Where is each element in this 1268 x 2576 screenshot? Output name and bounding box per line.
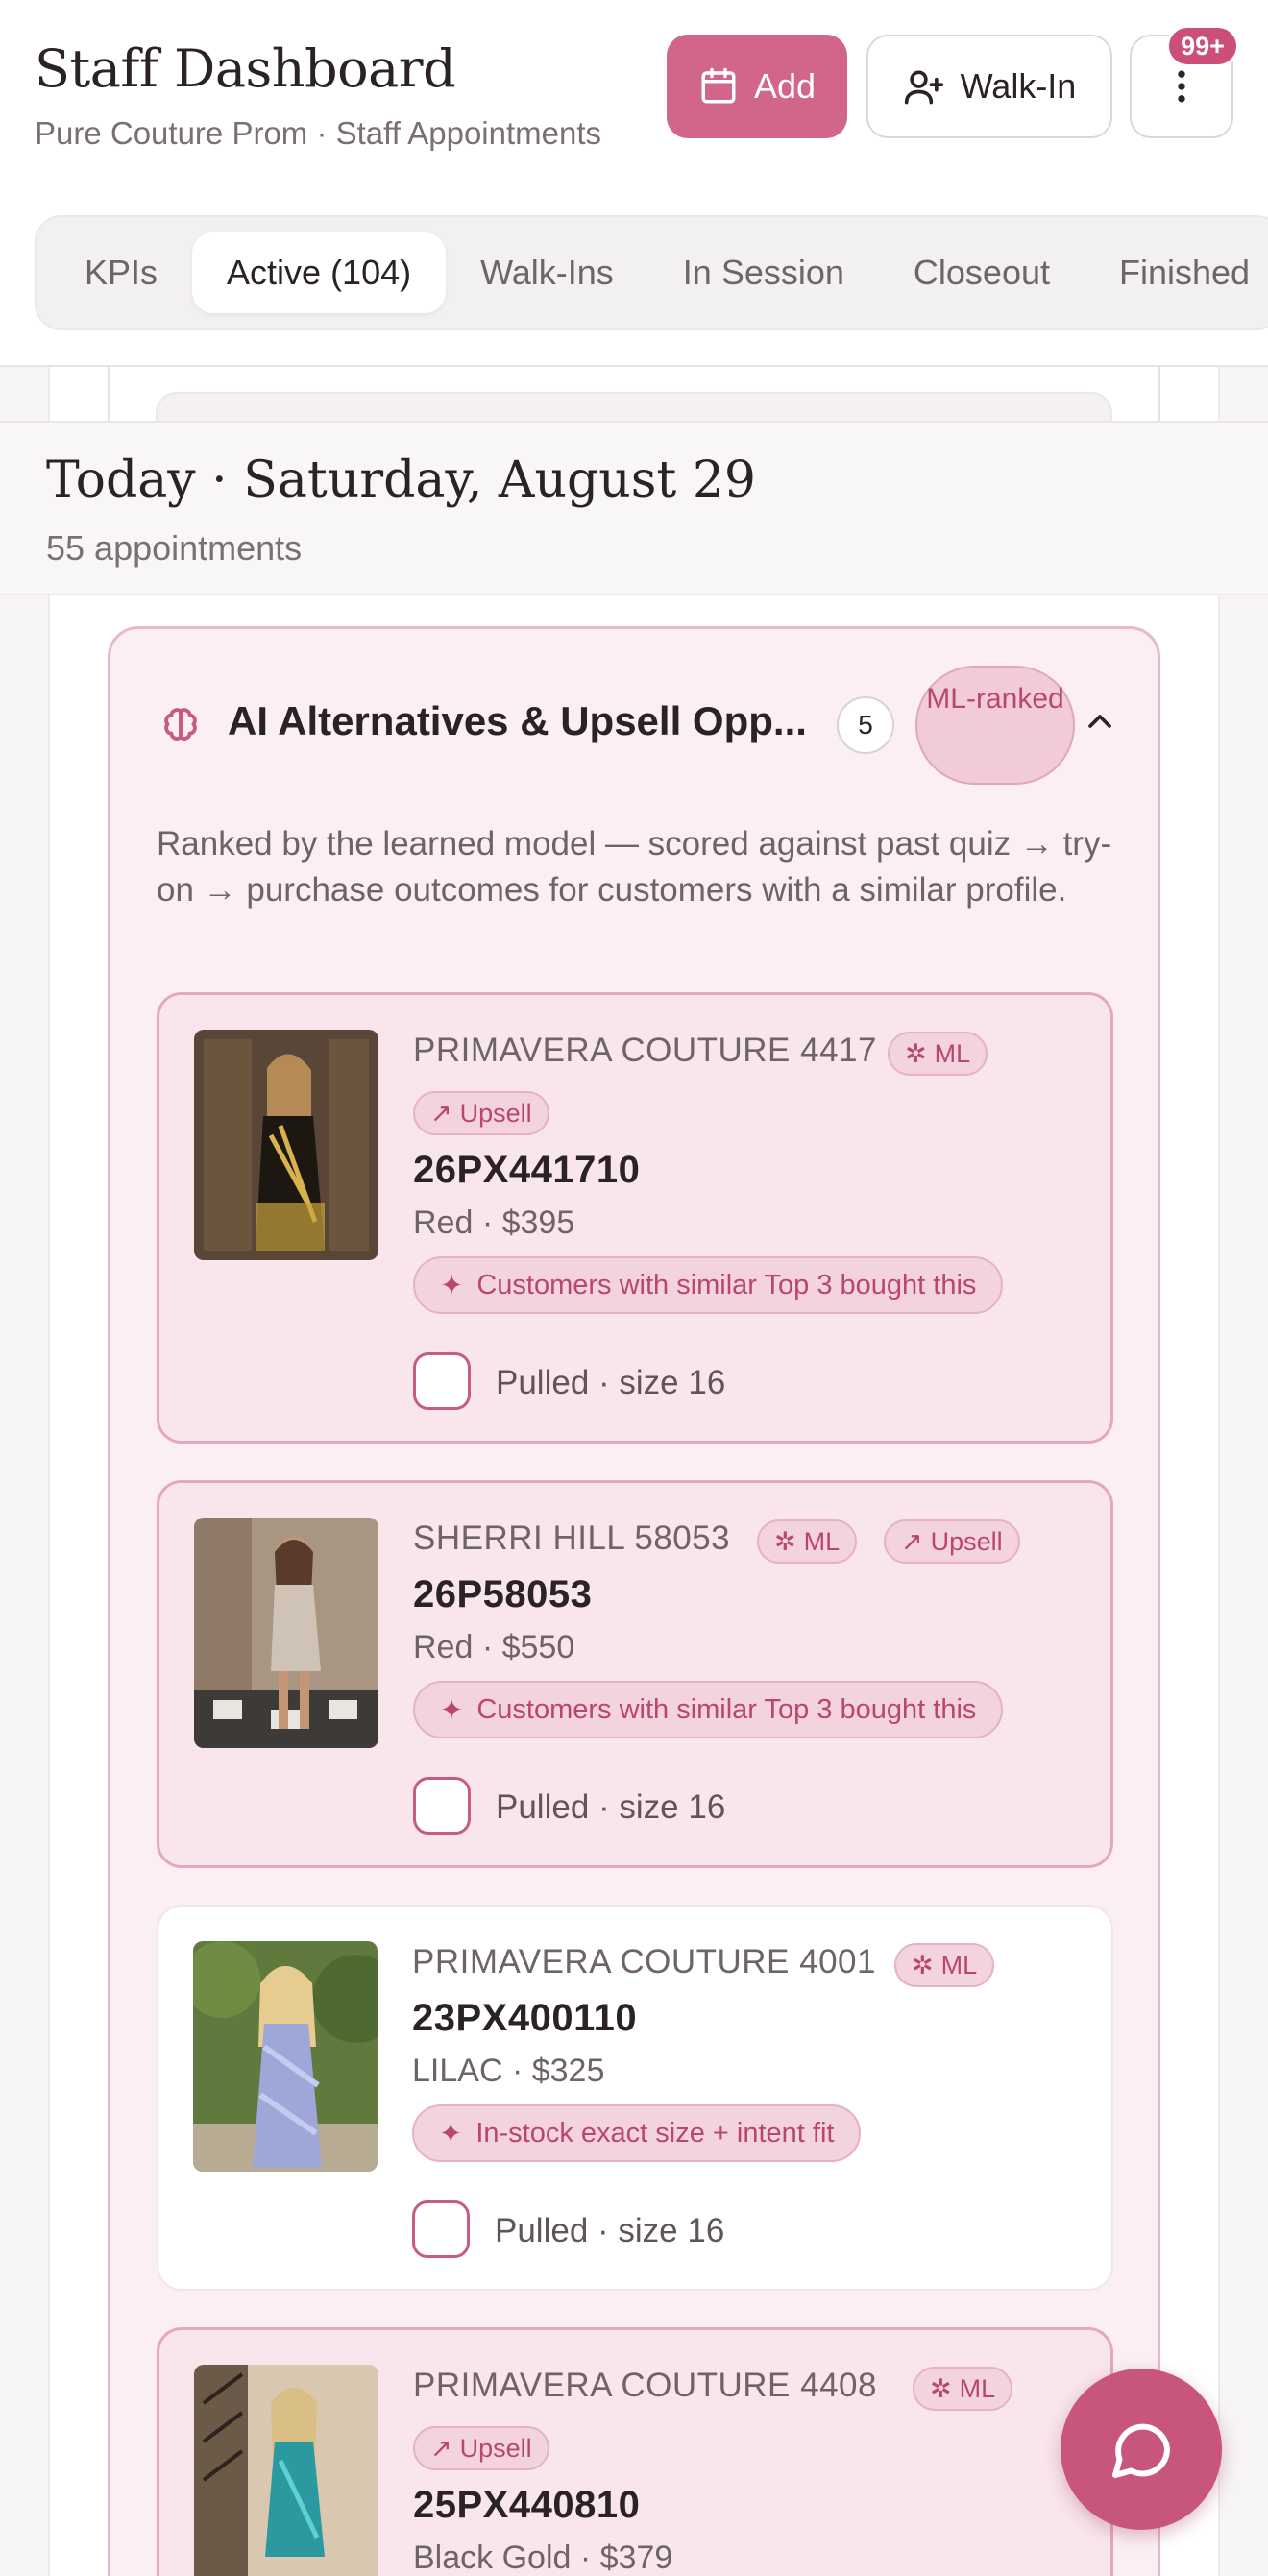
ml-ranked-badge: ML-ranked [915, 666, 1075, 785]
calendar-icon [701, 67, 736, 104]
product-sku: 23PX400110 [412, 1997, 638, 2039]
pulled-label: Pulled · size 16 [496, 1364, 726, 1401]
date-title: Today · Saturday, August 29 [46, 451, 756, 509]
panel-description: Ranked by the learned model — scored aga… [157, 825, 1112, 909]
recommendation-reason: ✦ Customers with similar Top 3 bought thi… [413, 1256, 1004, 1314]
walk-in-button-label: Walk-In [960, 66, 1077, 106]
product-brand: PRIMAVERA COUTURE 4408 [413, 2367, 877, 2404]
pulled-checkbox[interactable] [412, 2200, 470, 2258]
pulled-checkbox[interactable] [413, 1777, 471, 1835]
recommendation-reason: ✦ Customers with similar Top 3 bought thi… [413, 1681, 1004, 1738]
product-image [194, 1518, 378, 1748]
trending-up-icon: ↗ [901, 1526, 923, 1556]
status-tabs: KPIs Active (104) Walk-Ins In Session Cl… [35, 215, 1268, 330]
tab-kpis[interactable]: KPIs [50, 232, 192, 313]
brain-icon: ✲ [905, 1038, 927, 1068]
sparkle-icon: ✦ [440, 1694, 464, 1726]
product-card[interactable]: PRIMAVERA COUTURE 4408 ✲ ML ↗ Upsell 25PX4… [157, 2327, 1113, 2576]
product-card[interactable]: SHERRI HILL 58053 ✲ ML ↗ Upsell 26P58053 R… [157, 1480, 1113, 1868]
brain-icon: ✲ [930, 2373, 952, 2403]
ml-tag: ✲ ML [894, 1943, 995, 1987]
recommendation-reason: ✦ In-stock exact size + intent fit [412, 2104, 862, 2162]
product-color-price: Red · $550 [413, 1629, 575, 1665]
product-sku: 26P58053 [413, 1573, 593, 1616]
add-button-label: Add [753, 66, 817, 106]
ai-alternatives-panel: AI Alternatives & Upsell Opp... 5 ML-ran… [108, 626, 1160, 2576]
more-vertical-icon [1178, 70, 1185, 103]
product-sku: 25PX440810 [413, 2484, 641, 2526]
ml-tag: ✲ ML [757, 1519, 858, 1564]
notification-badge: 99+ [1166, 25, 1239, 67]
trending-up-icon: ↗ [430, 2433, 452, 2463]
product-sku: 26PX441710 [413, 1149, 641, 1191]
page-title: Staff Dashboard [35, 38, 456, 99]
tab-active[interactable]: Active (104) [192, 232, 447, 313]
product-image [193, 1941, 378, 2172]
product-image [194, 1030, 378, 1260]
chat-button[interactable] [1061, 2369, 1222, 2530]
add-button[interactable]: Add [667, 35, 847, 138]
brain-icon: ✲ [774, 1526, 796, 1556]
pulled-label: Pulled · size 16 [495, 2212, 725, 2249]
brain-icon [164, 708, 197, 741]
trending-up-icon: ↗ [430, 1098, 452, 1128]
brain-icon: ✲ [912, 1950, 934, 1980]
product-brand: SHERRI HILL 58053 [413, 1519, 731, 1557]
upsell-tag: ↗ Upsell [884, 1519, 1020, 1564]
product-color-price: LILAC · $325 [412, 2053, 605, 2089]
sparkle-icon: ✦ [440, 1270, 464, 1301]
appointment-count: 55 appointments [46, 528, 303, 568]
panel-title: AI Alternatives & Upsell Opp... [228, 698, 807, 743]
sparkle-icon: ✦ [439, 2118, 463, 2150]
ml-tag: ✲ ML [888, 1032, 988, 1076]
tab-finished[interactable]: Finished [1085, 232, 1268, 313]
chevron-up-icon[interactable] [1081, 702, 1119, 741]
user-plus-icon [904, 70, 943, 105]
date-header: Today · Saturday, August 29 55 appointme… [0, 421, 1268, 595]
upsell-tag: ↗ Upsell [413, 1091, 549, 1135]
tab-closeout[interactable]: Closeout [879, 232, 1085, 313]
product-card[interactable]: PRIMAVERA COUTURE 4001 ✲ ML 23PX400110 LI… [157, 1905, 1113, 2291]
product-card[interactable]: PRIMAVERA COUTURE 4417 ✲ ML ↗ Upsell 26PX4… [157, 992, 1113, 1444]
tab-walk-ins[interactable]: Walk-Ins [446, 232, 648, 313]
pulled-label: Pulled · size 16 [496, 1788, 726, 1826]
product-brand: PRIMAVERA COUTURE 4417 [413, 1032, 877, 1069]
product-image [194, 2365, 378, 2576]
ml-tag: ✲ ML [913, 2367, 1013, 2411]
product-color-price: Red · $395 [413, 1204, 575, 1241]
page-subtitle: Pure Couture Prom · Staff Appointments [35, 115, 602, 151]
chat-bubble-icon [1112, 2423, 1170, 2478]
upsell-tag: ↗ Upsell [413, 2426, 549, 2470]
pulled-checkbox[interactable] [413, 1352, 471, 1410]
product-brand: PRIMAVERA COUTURE 4001 [412, 1943, 876, 1981]
top-header: Staff Dashboard Pure Couture Prom · Staf… [0, 0, 1268, 367]
suggestion-count: 5 [837, 696, 894, 754]
tab-in-session[interactable]: In Session [648, 232, 879, 313]
product-color-price: Black Gold · $379 [413, 2540, 673, 2576]
walk-in-button[interactable]: Walk-In [866, 35, 1112, 138]
